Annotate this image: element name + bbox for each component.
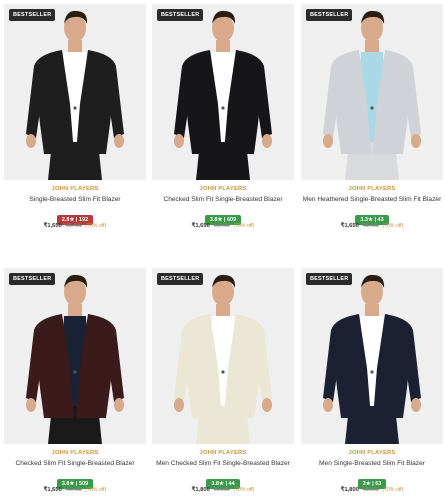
bestseller-badge: BESTSELLER (9, 9, 56, 21)
discount-label: (70% off) (382, 223, 404, 229)
discount-label: (70% off) (233, 223, 255, 229)
product-name[interactable]: Single-Breasted Slim Fit Blazer (4, 196, 146, 203)
price-row: ₹1,800 ₹5,999 (70% off) (152, 487, 294, 493)
brand-name: JOHN PLAYERS (51, 186, 99, 192)
sale-price: ₹1,650 (191, 223, 210, 229)
brand-name: JOHN PLAYERS (348, 450, 396, 456)
product-image[interactable]: BESTSELLER (301, 4, 443, 180)
product-image[interactable]: BESTSELLER (4, 268, 146, 444)
original-price: ₹5,400 (65, 223, 82, 229)
sale-price: ₹1,650 (340, 223, 359, 229)
product-name[interactable]: Men Single-Breasted Slim Fit Blazer (301, 460, 443, 467)
bestseller-badge: BESTSELLER (157, 273, 204, 285)
price-row: ₹1,800 ₹5,999 (70% off) (301, 487, 443, 493)
brand-name: JOHN PLAYERS (199, 450, 247, 456)
product-name[interactable]: Checked Slim Fit Single-Breasted Blazer (152, 196, 294, 203)
original-price: ₹5,999 (213, 487, 230, 493)
brand-name: JOHN PLAYERS (51, 450, 99, 456)
sale-price: ₹1,650 (43, 223, 62, 229)
product-name[interactable]: Men Checked Slim Fit Single-Breasted Bla… (152, 460, 294, 467)
product-card[interactable]: BESTSELLER JOHN PLAYERS Men Single-Breas… (301, 268, 443, 493)
product-card[interactable]: BESTSELLER JOHN PLAYERS Men Heathered Si… (301, 4, 443, 229)
sale-price: ₹1,800 (340, 487, 359, 493)
product-name[interactable]: Men Heathered Single-Breasted Slim Fit B… (301, 196, 443, 203)
product-image[interactable]: BESTSELLER (301, 268, 443, 444)
original-price: ₹5,999 (362, 487, 379, 493)
discount-label: (70% off) (85, 487, 107, 493)
model-photo (323, 10, 421, 180)
price-row: ₹1,650 ₹5,400 (70% off) (4, 487, 146, 493)
product-card[interactable]: BESTSELLER JOHN PLAYERS Single-Breasted … (4, 4, 146, 229)
bestseller-badge: BESTSELLER (306, 9, 353, 21)
bestseller-badge: BESTSELLER (306, 273, 353, 285)
original-price: ₹5,400 (213, 223, 230, 229)
model-photo (26, 274, 124, 444)
product-card[interactable]: BESTSELLER JOHN PLAYERS Men Checked Slim… (152, 268, 294, 493)
model-photo (323, 274, 421, 444)
product-card[interactable]: BESTSELLER JOHN PLAYERS Checked Slim Fit… (152, 4, 294, 229)
brand-name: JOHN PLAYERS (199, 186, 247, 192)
price-row: ₹1,650 ₹5,400 (70% off) (152, 223, 294, 229)
product-grid: BESTSELLER JOHN PLAYERS Single-Breasted … (0, 0, 445, 500)
price-row: ₹1,650 ₹5,400 (70% off) (301, 223, 443, 229)
original-price: ₹5,400 (362, 223, 379, 229)
product-image[interactable]: BESTSELLER (4, 4, 146, 180)
bestseller-badge: BESTSELLER (157, 9, 204, 21)
product-image[interactable]: BESTSELLER (152, 4, 294, 180)
original-price: ₹5,400 (65, 487, 82, 493)
bestseller-badge: BESTSELLER (9, 273, 56, 285)
brand-name: JOHN PLAYERS (348, 186, 396, 192)
sale-price: ₹1,800 (191, 487, 210, 493)
discount-label: (70% off) (382, 487, 404, 493)
discount-label: (70% off) (233, 487, 255, 493)
model-photo (174, 10, 272, 180)
price-row: ₹1,650 ₹5,400 (70% off) (4, 223, 146, 229)
discount-label: (70% off) (85, 223, 107, 229)
product-card[interactable]: BESTSELLER JOHN PLAYERS Checked Slim Fit… (4, 268, 146, 493)
model-photo (26, 10, 124, 180)
sale-price: ₹1,650 (43, 487, 62, 493)
model-photo (174, 274, 272, 444)
product-name[interactable]: Checked Slim Fit Single-Breasted Blazer (4, 460, 146, 467)
product-image[interactable]: BESTSELLER (152, 268, 294, 444)
